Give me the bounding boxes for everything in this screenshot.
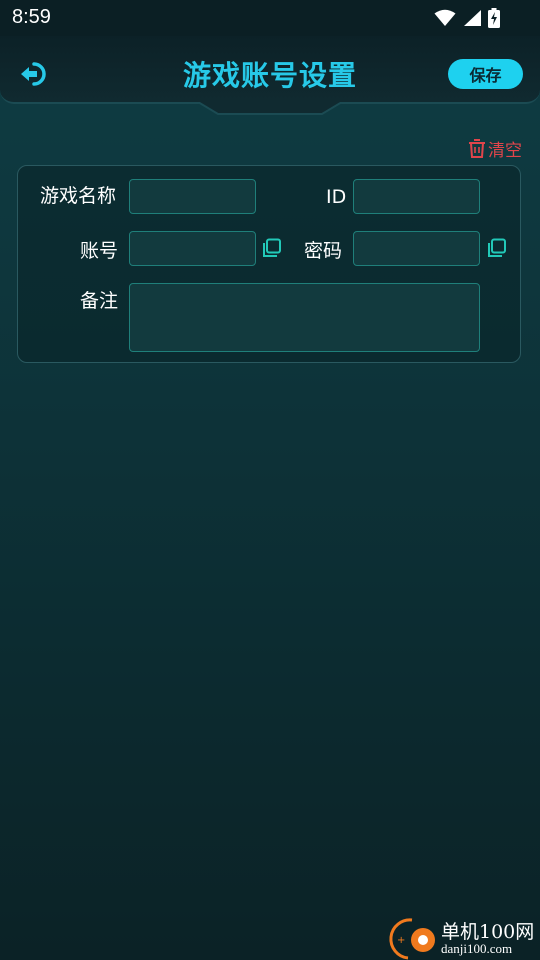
wifi-icon bbox=[434, 9, 456, 26]
back-arrow-icon bbox=[21, 62, 46, 86]
account-form-card: 游戏名称 ID 账号 密码 备注 bbox=[17, 165, 521, 363]
game-name-label: 游戏名称 bbox=[40, 185, 117, 207]
back-button[interactable] bbox=[16, 58, 48, 90]
save-button[interactable]: 保存 bbox=[448, 59, 523, 89]
password-label: 密码 bbox=[304, 240, 343, 262]
status-time: 8:59 bbox=[12, 6, 51, 28]
id-input[interactable] bbox=[353, 179, 480, 214]
note-textarea[interactable] bbox=[129, 283, 480, 352]
svg-text:+: + bbox=[397, 935, 405, 946]
battery-charging-icon bbox=[488, 8, 500, 28]
copy-password-icon[interactable] bbox=[487, 238, 507, 258]
account-label: 账号 bbox=[80, 240, 119, 262]
watermark: + 单机100网 danji100.com bbox=[386, 916, 536, 960]
app-header: 游戏账号设置 保存 bbox=[0, 36, 540, 104]
watermark-url: danji100.com bbox=[441, 941, 513, 956]
trash-icon bbox=[469, 139, 485, 158]
watermark-logo: + bbox=[389, 918, 435, 960]
status-bar: 8:59 bbox=[0, 0, 540, 36]
password-input[interactable] bbox=[353, 231, 480, 266]
header-notch bbox=[198, 102, 342, 115]
note-label: 备注 bbox=[80, 290, 119, 312]
id-label: ID bbox=[326, 186, 347, 208]
status-icons bbox=[434, 8, 500, 28]
game-name-input[interactable] bbox=[129, 179, 256, 214]
copy-account-icon[interactable] bbox=[262, 238, 282, 258]
cellular-signal-icon bbox=[464, 10, 481, 26]
clear-label: 清空 bbox=[488, 141, 522, 161]
watermark-name: 单机100网 bbox=[441, 921, 535, 943]
account-input[interactable] bbox=[129, 231, 256, 266]
clear-button[interactable]: 清空 bbox=[468, 136, 522, 161]
